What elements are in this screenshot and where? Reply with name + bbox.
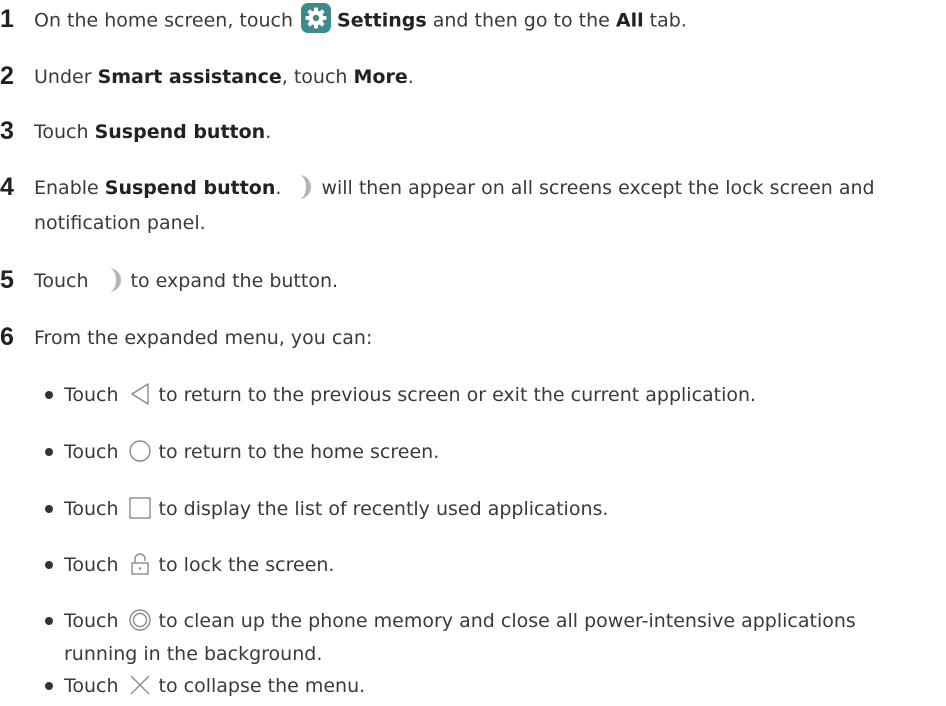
smart-assistance-label: Smart assistance (97, 66, 282, 88)
recent-apps-icon (127, 495, 153, 521)
settings-label: Settings (337, 9, 427, 32)
clean-up-icon (127, 607, 153, 633)
suspend-button-label: Suspend button (94, 121, 266, 143)
settings-icon (301, 3, 332, 33)
step-number: 3 (0, 117, 14, 145)
bullet-dot (45, 505, 53, 513)
suspend-button-label: Suspend button (104, 177, 276, 199)
step-text: On the home screen, touch (34, 9, 294, 32)
step-number: 1 (0, 5, 14, 33)
step-number: 6 (0, 323, 14, 351)
step-number: 5 (0, 266, 14, 294)
all-tab-label: All (615, 9, 644, 32)
bullet-dot (45, 682, 53, 690)
list-item-continued: running in the background. (64, 643, 323, 665)
lock-icon (127, 551, 153, 577)
bullet-dot (45, 617, 53, 625)
suspend-button-icon (293, 174, 315, 200)
more-label: More (353, 66, 408, 88)
suspend-button-icon (103, 267, 125, 293)
bullet-dot (45, 391, 53, 399)
back-icon (127, 381, 153, 407)
bullet-dot (45, 561, 53, 569)
step-number: 2 (0, 62, 14, 90)
step-number: 4 (0, 173, 14, 201)
close-icon (127, 672, 153, 698)
bullet-dot (45, 448, 53, 456)
home-icon (127, 438, 153, 464)
step-4-continued: notification panel. (34, 212, 206, 234)
